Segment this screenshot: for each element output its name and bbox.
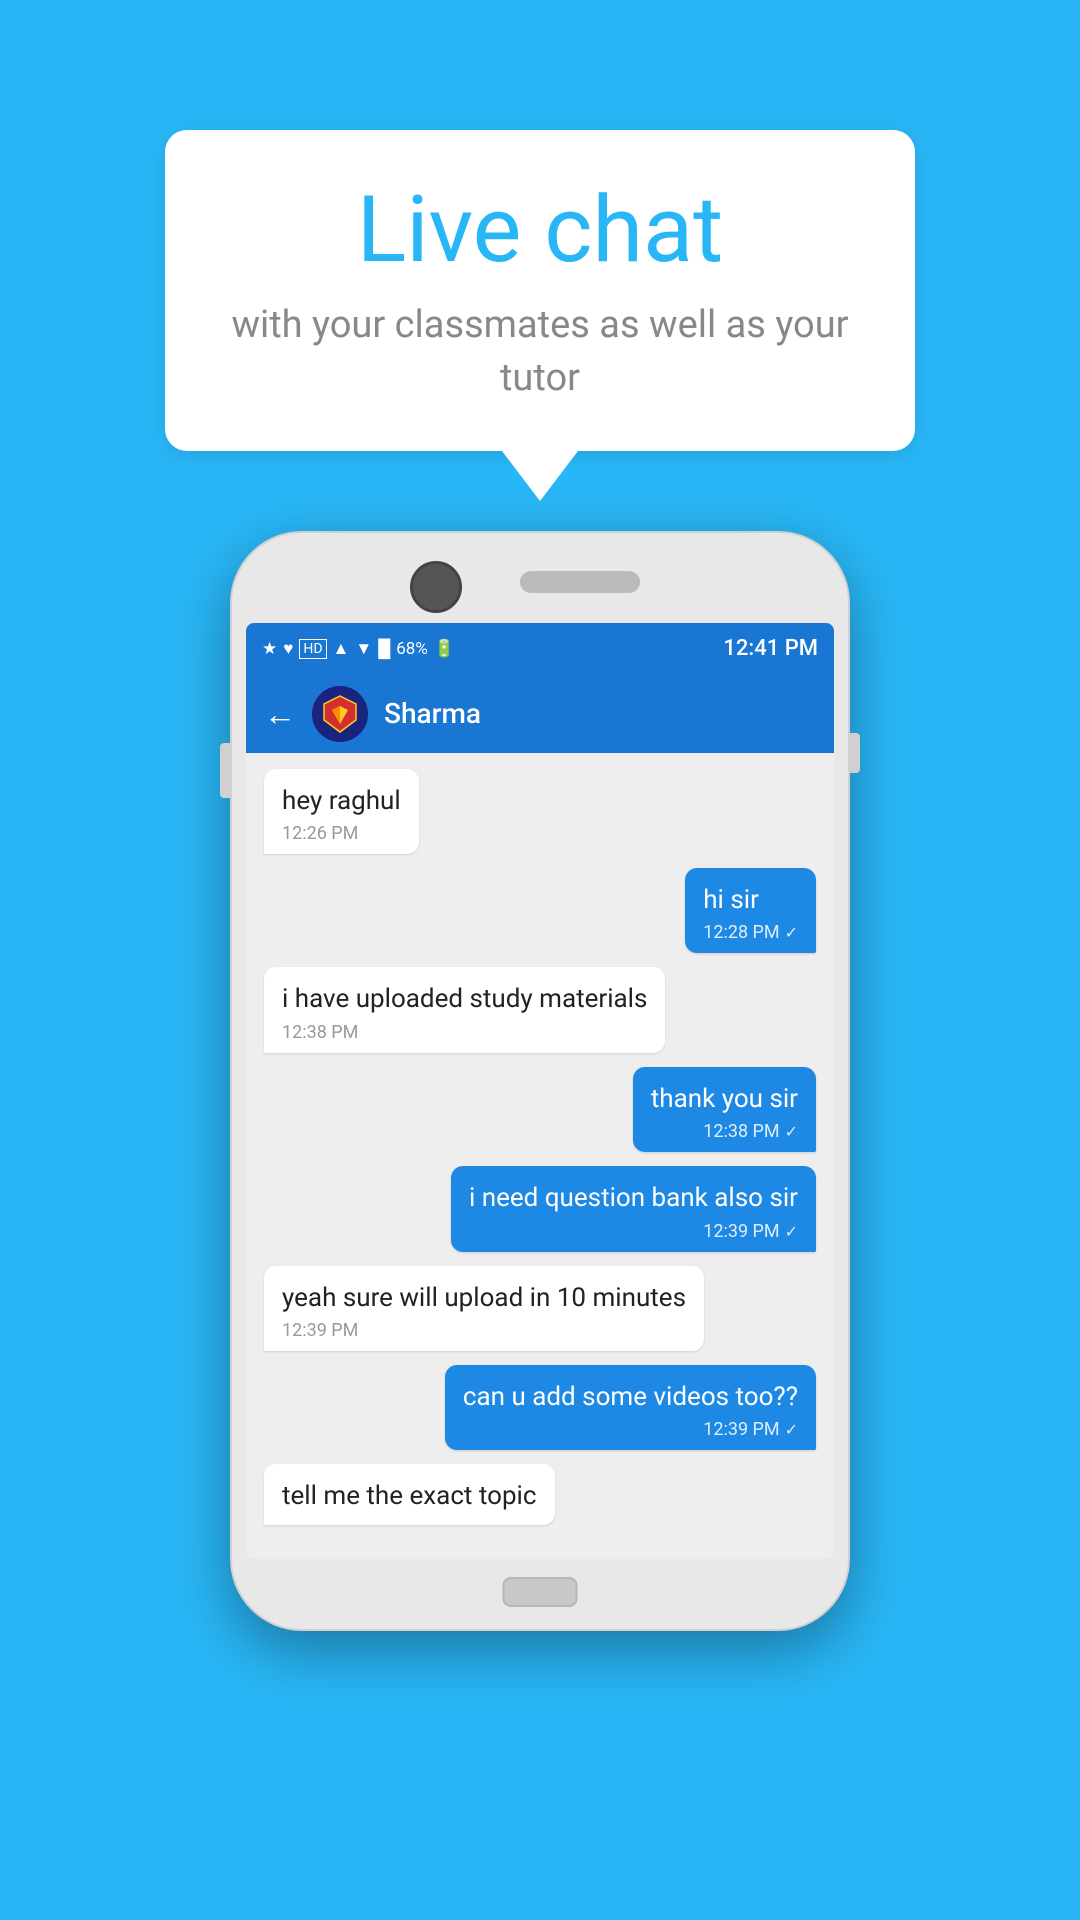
- status-bar: ★ ♥ HD ▲ ▼ █ 68% 🔋 12:41 PM: [246, 623, 834, 675]
- phone-home-button[interactable]: [503, 1577, 578, 1607]
- delivered-check-icon: ✓: [785, 923, 798, 942]
- message-1-time: 12:26 PM: [282, 823, 401, 844]
- message-8-partial: tell me the exact topic: [264, 1464, 555, 1524]
- phone-speaker: [520, 571, 640, 593]
- back-button[interactable]: ←: [264, 695, 296, 733]
- signal-bars-icon: █: [378, 639, 390, 659]
- battery-icon: 🔋: [434, 639, 455, 659]
- bubble-title: Live chat: [225, 180, 855, 281]
- phone-screen: ★ ♥ HD ▲ ▼ █ 68% 🔋 12:41 PM ←: [246, 623, 834, 1559]
- bubble-pointer: [502, 451, 578, 501]
- phone-volume-button-left[interactable]: [220, 743, 232, 798]
- message-5: i need question bank also sir 12:39 PM ✓: [451, 1166, 816, 1251]
- contact-avatar: [312, 686, 368, 742]
- speech-bubble: Live chat with your classmates as well a…: [165, 130, 915, 451]
- contact-name: Sharma: [384, 697, 481, 730]
- message-1: hey raghul 12:26 PM: [264, 769, 419, 854]
- signal-icon: ♥: [283, 639, 293, 659]
- status-time: 12:41 PM: [723, 636, 818, 661]
- network-icon: ▼: [355, 639, 372, 659]
- message-3-time: 12:38 PM: [282, 1022, 647, 1043]
- phone-power-button[interactable]: [848, 733, 860, 773]
- battery-percent: 68%: [396, 639, 428, 659]
- message-5-time: 12:39 PM: [703, 1221, 779, 1242]
- message-2: hi sir 12:28 PM ✓: [685, 868, 816, 953]
- hd-icon: HD: [299, 639, 326, 659]
- message-3: i have uploaded study materials 12:38 PM: [264, 967, 665, 1052]
- status-icons-left: ★ ♥ HD ▲ ▼ █ 68% 🔋: [262, 639, 455, 659]
- phone-mockup: ★ ♥ HD ▲ ▼ █ 68% 🔋 12:41 PM ←: [230, 531, 850, 1631]
- message-5-text: i need question bank also sir: [469, 1180, 798, 1216]
- wifi-icon: ▲: [333, 639, 350, 659]
- delivered-check-icon-3: ✓: [785, 1222, 798, 1241]
- message-4-time-row: 12:38 PM ✓: [651, 1121, 798, 1142]
- message-4: thank you sir 12:38 PM ✓: [633, 1067, 816, 1152]
- message-6-time: 12:39 PM: [282, 1320, 686, 1341]
- bubble-subtitle: with your classmates as well as your tut…: [225, 299, 855, 405]
- message-2-text: hi sir: [703, 882, 798, 918]
- message-5-time-row: 12:39 PM ✓: [469, 1221, 798, 1242]
- message-3-text: i have uploaded study materials: [282, 981, 647, 1017]
- delivered-check-icon-4: ✓: [785, 1420, 798, 1439]
- message-2-time: 12:28 PM: [703, 922, 779, 943]
- message-7-time-row: 12:39 PM ✓: [463, 1419, 798, 1440]
- message-4-time: 12:38 PM: [703, 1121, 779, 1142]
- chat-header: ← Sharma: [246, 675, 834, 753]
- phone-camera: [410, 561, 462, 613]
- delivered-check-icon-2: ✓: [785, 1122, 798, 1141]
- message-7-time: 12:39 PM: [703, 1419, 779, 1440]
- phone-body: ★ ♥ HD ▲ ▼ █ 68% 🔋 12:41 PM ←: [230, 531, 850, 1631]
- message-7-text: can u add some videos too??: [463, 1379, 798, 1415]
- bluetooth-icon: ★: [262, 639, 277, 659]
- message-7: can u add some videos too?? 12:39 PM ✓: [445, 1365, 816, 1450]
- message-1-text: hey raghul: [282, 783, 401, 819]
- message-6: yeah sure will upload in 10 minutes 12:3…: [264, 1266, 704, 1351]
- message-8-text: tell me the exact topic: [282, 1478, 537, 1514]
- speech-bubble-container: Live chat with your classmates as well a…: [165, 130, 915, 501]
- chat-messages-area[interactable]: hey raghul 12:26 PM hi sir 12:28 PM ✓ i …: [246, 753, 834, 1559]
- message-4-text: thank you sir: [651, 1081, 798, 1117]
- message-2-time-row: 12:28 PM ✓: [703, 922, 798, 943]
- message-6-text: yeah sure will upload in 10 minutes: [282, 1280, 686, 1316]
